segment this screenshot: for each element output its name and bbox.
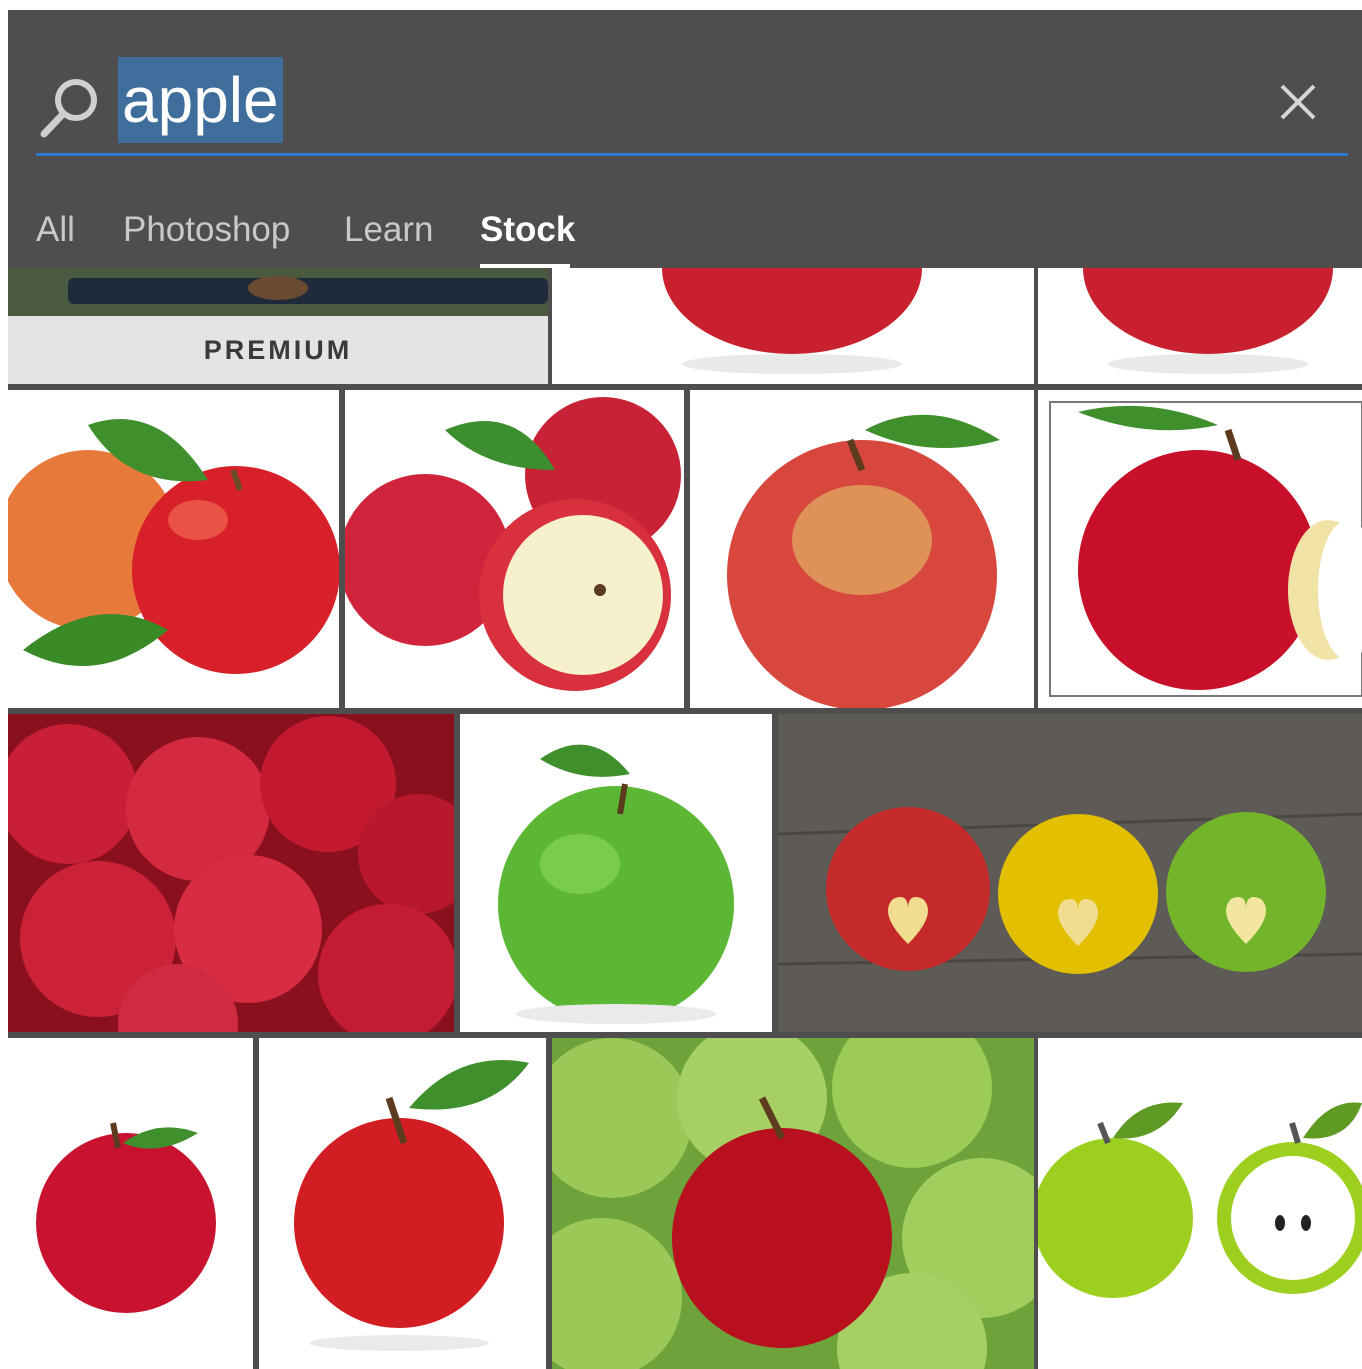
- apple-image: [294, 1060, 529, 1351]
- result-thumbnail[interactable]: [1038, 390, 1362, 708]
- apple-image: [345, 397, 681, 691]
- premium-badge: PREMIUM: [8, 316, 548, 384]
- result-thumbnail[interactable]: [690, 390, 1034, 708]
- search-underline: [36, 153, 1348, 156]
- apple-image: [778, 714, 1362, 1032]
- apple-image: [1038, 1102, 1362, 1298]
- search-panel: apple All Photoshop Learn Stock PREMIUM: [8, 10, 1362, 1369]
- result-thumbnail[interactable]: [1038, 1038, 1362, 1369]
- apple-image: [662, 268, 922, 374]
- result-thumbnail[interactable]: [1038, 268, 1362, 384]
- tab-stock[interactable]: Stock: [480, 200, 575, 264]
- apple-image: [8, 714, 454, 1032]
- apple-image: [552, 1038, 1034, 1369]
- search-input[interactable]: apple: [118, 57, 283, 143]
- apple-image: [1049, 401, 1362, 697]
- result-thumbnail[interactable]: [8, 1038, 253, 1369]
- tab-photoshop[interactable]: Photoshop: [123, 200, 290, 264]
- apple-image: [8, 419, 339, 674]
- search-bar: apple: [8, 10, 1362, 160]
- result-thumbnail[interactable]: [345, 390, 684, 708]
- tab-all[interactable]: All: [36, 200, 75, 264]
- result-thumbnail[interactable]: PREMIUM: [8, 268, 548, 384]
- apple-image: [498, 744, 734, 1024]
- result-thumbnail[interactable]: [778, 714, 1362, 1032]
- result-thumbnail[interactable]: [552, 268, 1034, 384]
- result-thumbnail[interactable]: [8, 714, 454, 1032]
- result-thumbnail[interactable]: [8, 390, 339, 708]
- search-icon: [40, 79, 97, 138]
- tab-bar: All Photoshop Learn Stock: [8, 200, 1362, 270]
- apple-image: [1083, 268, 1333, 374]
- result-thumbnail[interactable]: [259, 1038, 546, 1369]
- results-grid: PREMIUM: [8, 268, 1362, 1369]
- apple-image: [36, 1122, 216, 1313]
- tab-learn[interactable]: Learn: [344, 200, 434, 264]
- result-thumbnail[interactable]: [552, 1038, 1034, 1369]
- close-icon[interactable]: [1276, 80, 1320, 124]
- result-thumbnail[interactable]: [460, 714, 772, 1032]
- apple-image: [727, 414, 1000, 708]
